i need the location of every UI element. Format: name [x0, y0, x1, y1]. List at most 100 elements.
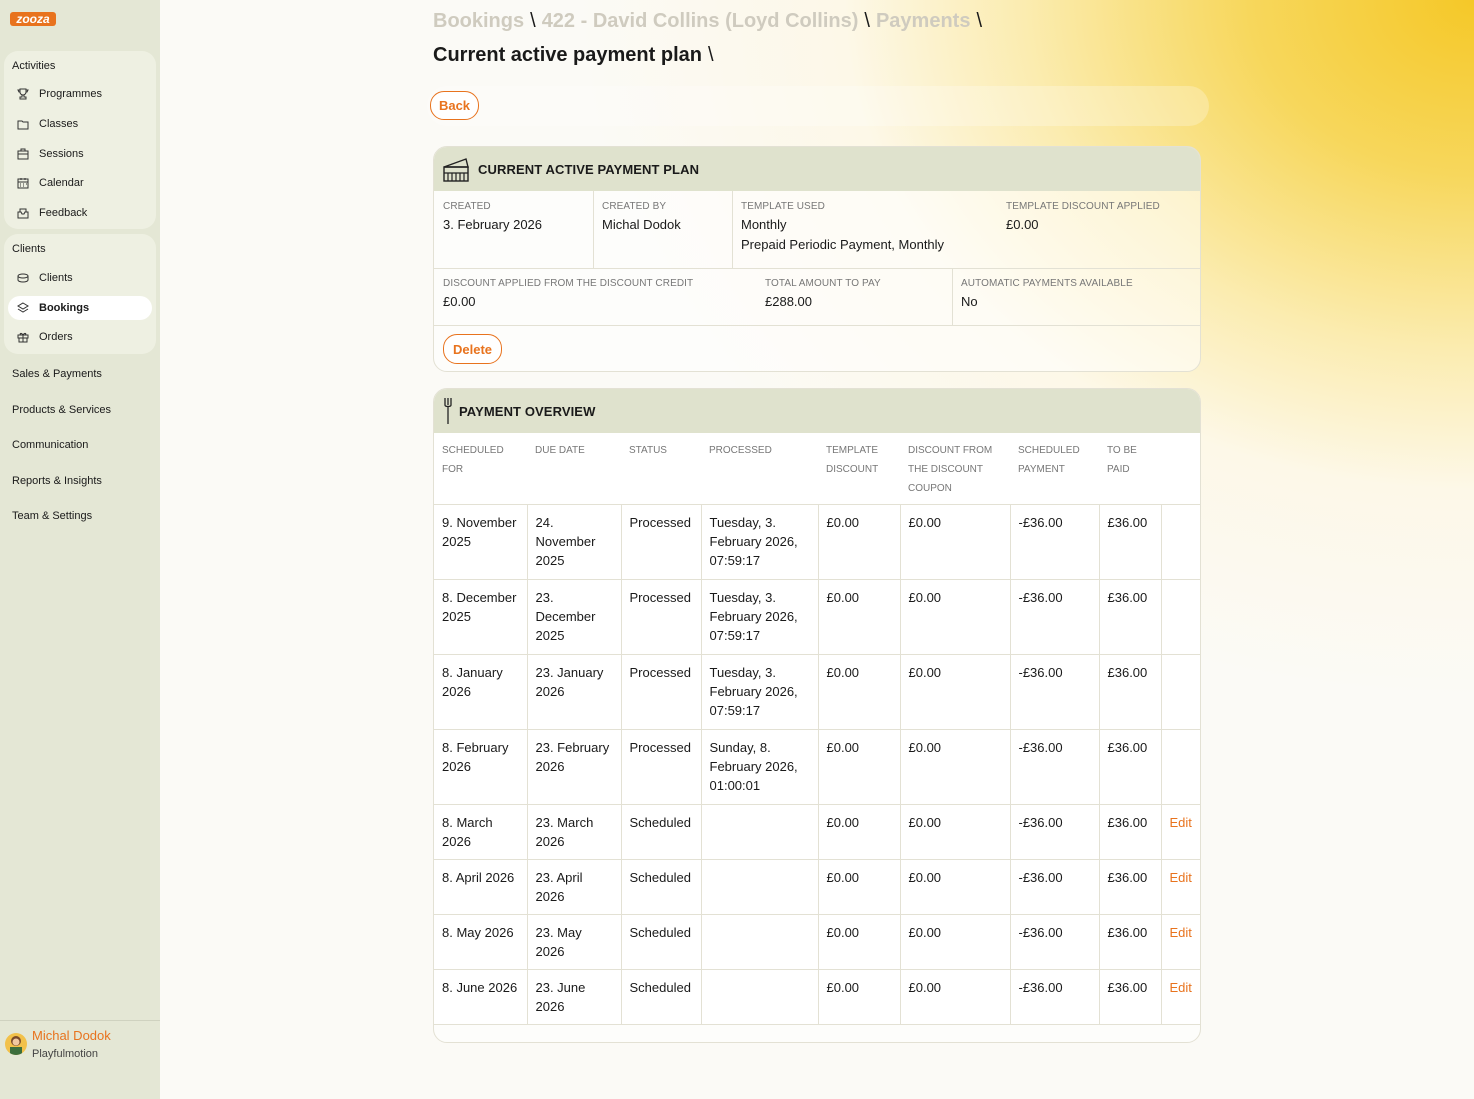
action-cell [1160, 729, 1200, 805]
gift-icon [16, 331, 29, 344]
sidebar-item-programmes[interactable]: Programmes [8, 82, 152, 106]
status-cell: Scheduled [620, 859, 702, 915]
status-cell: Processed [620, 504, 702, 580]
back-button[interactable]: Back [430, 91, 479, 120]
due-date-cell: 23. March 2026 [526, 804, 622, 860]
inbox-icon [16, 207, 29, 220]
column-header: PROCESSED [709, 445, 772, 456]
table-row: 8. December 2025 23. December 2025 Proce… [434, 579, 1200, 655]
template-label: TEMPLATE USED [741, 201, 825, 212]
processed-cell: Tuesday, 3. February 2026, 07:59:17 [700, 654, 819, 730]
to-be-paid-cell: £36.00 [1098, 729, 1162, 805]
scheduled-for-cell: 8. March 2026 [434, 804, 528, 860]
table-row: 8. May 2026 23. May 2026 Scheduled £0.00… [434, 914, 1200, 970]
template-discount-cell: £0.00 [817, 969, 901, 1025]
column-header: STATUS [629, 445, 667, 456]
total-field: TOTAL AMOUNT TO PAY £288.00 [756, 268, 952, 322]
sidebar-item-sessions[interactable]: Sessions [8, 142, 152, 166]
breadcrumb: Bookings \ 422 - David Collins (Loyd Colli… [433, 10, 988, 33]
to-be-paid-cell: £36.00 [1098, 969, 1162, 1025]
fork-icon [442, 396, 454, 426]
sidebar-item-calendar[interactable]: Calendar [8, 171, 152, 195]
template-name: Monthly [741, 217, 787, 232]
template-discount-label: TEMPLATE DISCOUNT APPLIED [1006, 201, 1160, 212]
processed-cell: Sunday, 8. February 2026, 01:00:01 [700, 729, 819, 805]
edit-link[interactable]: Edit [1170, 925, 1192, 940]
sidebar-item-classes[interactable]: Classes [8, 112, 152, 136]
sidebar-item-feedback[interactable]: Feedback [8, 201, 152, 225]
layers-icon [16, 302, 29, 315]
user-profile[interactable]: Michal Dodok Playfulmotion [0, 1020, 160, 1099]
created-by-label: CREATED BY [602, 201, 667, 212]
template-discount-value: £0.00 [1006, 217, 1039, 232]
breadcrumb-separator: \ [976, 10, 983, 32]
cake-icon [442, 154, 470, 184]
sidebar-item-label: Calendar [39, 177, 84, 189]
credit-discount-label: DISCOUNT APPLIED FROM THE DISCOUNT CREDI… [443, 278, 694, 289]
scheduled-for-cell: 8. January 2026 [434, 654, 528, 730]
sidebar-link-products-services[interactable]: Products & Services [12, 404, 111, 416]
edit-link[interactable]: Edit [1170, 870, 1192, 885]
template-discount-cell: £0.00 [817, 654, 901, 730]
column-header: DUE DATE [535, 445, 585, 456]
delete-button[interactable]: Delete [443, 334, 502, 364]
sidebar-link-team-settings[interactable]: Team & Settings [12, 510, 92, 522]
status-cell: Scheduled [620, 804, 702, 860]
clients-group: Clients Clients Bookings Orders [4, 234, 156, 354]
sidebar-item-bookings[interactable]: Bookings [8, 296, 152, 320]
auto-payments-field: AUTOMATIC PAYMENTS AVAILABLE No [952, 268, 1200, 322]
due-date-cell: 23. February 2026 [526, 729, 622, 805]
to-be-paid-cell: £36.00 [1098, 654, 1162, 730]
breadcrumb-bookings[interactable]: Bookings [433, 10, 524, 32]
template-discount-cell: £0.00 [817, 859, 901, 915]
processed-cell [700, 859, 819, 915]
processed-cell [700, 914, 819, 970]
user-name: Michal Dodok [32, 1028, 111, 1043]
scheduled-for-cell: 8. December 2025 [434, 579, 528, 655]
sidebar-item-orders[interactable]: Orders [8, 325, 152, 349]
coupon-discount-cell: £0.00 [899, 914, 1011, 970]
action-cell [1160, 504, 1200, 580]
sidebar-item-label: Sessions [39, 148, 84, 160]
breadcrumb-booking[interactable]: 422 - David Collins (Loyd Collins) [542, 10, 859, 32]
coins-icon [16, 272, 29, 285]
table-row: 9. November 2025 24. November 2025 Proce… [434, 504, 1200, 580]
processed-cell [700, 969, 819, 1025]
auto-payments-value: No [961, 294, 978, 309]
due-date-cell: 23. May 2026 [526, 914, 622, 970]
sidebar-link-sales-payments[interactable]: Sales & Payments [12, 368, 102, 380]
zooza-logo[interactable]: zooza [10, 8, 58, 30]
sidebar: zooza Activities Programmes Classes Sess… [0, 0, 160, 1099]
edit-link[interactable]: Edit [1170, 815, 1192, 830]
avatar [5, 1033, 27, 1055]
trophy-icon [16, 88, 29, 101]
breadcrumb-separator: \ [530, 10, 536, 32]
action-cell [1160, 654, 1200, 730]
column-header: DISCOUNT FROM THE DISCOUNT COUPON [908, 445, 993, 494]
due-date-cell: 23. April 2026 [526, 859, 622, 915]
sidebar-item-clients[interactable]: Clients [8, 266, 152, 290]
scheduled-for-cell: 8. May 2026 [434, 914, 528, 970]
due-date-cell: 24. November 2025 [526, 504, 622, 580]
due-date-cell: 23. January 2026 [526, 654, 622, 730]
plan-details: CREATED 3. February 2026 CREATED BY Mich… [434, 191, 1200, 371]
payment-plan-card: CURRENT ACTIVE PAYMENT PLAN CREATED 3. F… [433, 146, 1201, 372]
breadcrumb-payments[interactable]: Payments [876, 10, 971, 32]
clients-title: Clients [12, 243, 46, 255]
sidebar-item-label: Programmes [39, 88, 102, 100]
status-cell: Scheduled [620, 969, 702, 1025]
edit-link[interactable]: Edit [1170, 980, 1192, 995]
sidebar-link-communication[interactable]: Communication [12, 439, 88, 451]
created-by-field: CREATED BY Michal Dodok [593, 191, 732, 245]
payment-overview-card: PAYMENT OVERVIEW SCHEDULED FOR DUE DATE … [433, 388, 1201, 1043]
processed-cell: Tuesday, 3. February 2026, 07:59:17 [700, 579, 819, 655]
total-label: TOTAL AMOUNT TO PAY [765, 278, 881, 289]
table-row: 8. February 2026 23. February 2026 Proce… [434, 729, 1200, 805]
created-field: CREATED 3. February 2026 [434, 191, 593, 245]
sidebar-link-reports-insights[interactable]: Reports & Insights [12, 475, 102, 487]
column-header: SCHEDULED FOR [442, 445, 504, 475]
template-discount-cell: £0.00 [817, 914, 901, 970]
page-title: Current active payment plan \ [433, 44, 714, 67]
scheduled-payment-cell: -£36.00 [1009, 504, 1100, 580]
toolbar: Back [427, 86, 1209, 126]
